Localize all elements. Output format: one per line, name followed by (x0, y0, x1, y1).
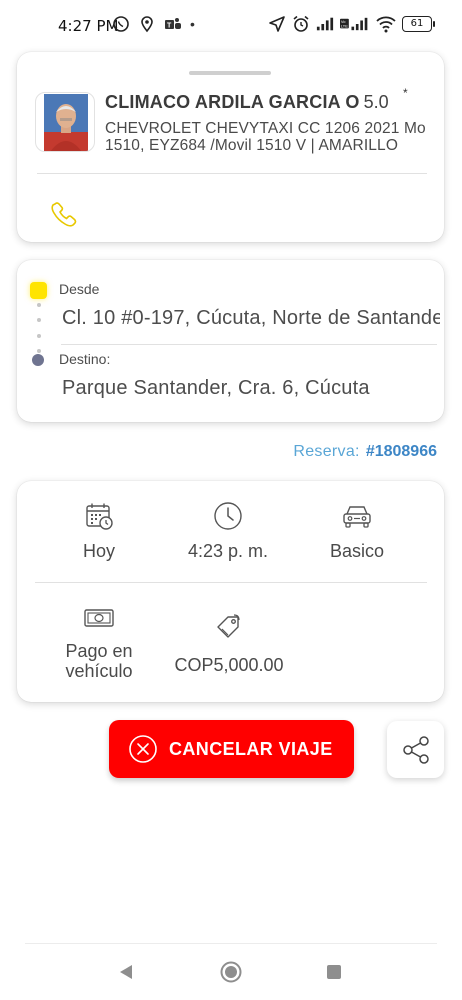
cash-icon (84, 609, 114, 627)
whatsapp-icon (113, 16, 129, 32)
location-pin-icon (141, 16, 153, 33)
volte-signal-icon: VoLTE (340, 17, 368, 31)
share-button[interactable] (387, 721, 444, 778)
status-left-icons: T • (112, 15, 195, 33)
status-time: 4:27 PM (58, 17, 119, 35)
cancel-trip-button[interactable]: CANCELAR VIAJE (109, 720, 354, 778)
divider (37, 173, 427, 174)
nav-recents-icon[interactable] (327, 965, 341, 979)
destination-label: Destino: (59, 351, 111, 367)
reservation-id: #1808966 (365, 443, 437, 460)
cancel-trip-label: CANCELAR VIAJE (169, 738, 333, 759)
divider (61, 344, 437, 345)
status-right-icons: Vo LTE 61 (268, 15, 435, 33)
reservation-label: Reserva: (293, 443, 360, 460)
svg-text:T: T (167, 23, 172, 30)
calendar-clock-icon (86, 503, 113, 530)
reservation-line: Reserva: #1808966 (293, 443, 437, 461)
nav-home-icon[interactable] (220, 961, 242, 983)
share-icon (402, 735, 429, 764)
phone-call-icon[interactable] (51, 199, 79, 227)
driver-name-line: CLIMACO ARDILA GARCIA O 5.0 (105, 92, 389, 113)
trip-service-text: Basico (329, 541, 385, 561)
navigation-arrow-icon (269, 16, 285, 32)
trip-payment: Pago en vehículo (47, 605, 151, 681)
trip-time-text: 4:23 p. m. (187, 541, 269, 561)
car-icon (343, 506, 371, 528)
nav-back-icon[interactable] (118, 964, 134, 980)
cancel-x-icon (129, 735, 157, 763)
battery-icon: 61 (402, 16, 435, 32)
dot-icon: • (190, 16, 195, 32)
trip-time: 4:23 p. m. (172, 501, 284, 562)
teams-icon: T (165, 18, 181, 30)
drag-handle[interactable] (189, 71, 271, 75)
driver-name: CLIMACO ARDILA GARCIA O (105, 92, 360, 112)
driver-card: CLIMACO ARDILA GARCIA O 5.0 * CHEVROLET C… (17, 52, 444, 242)
nav-divider (25, 943, 437, 944)
vehicle-info-line2: 1510, EYZ684 /Movil 1510 V | AMARILLO (105, 137, 399, 154)
trip-price: COP5,000.00 (156, 612, 302, 676)
driver-avatar (35, 92, 95, 152)
trip-details-card: Hoy 4:23 p. m. Basico Pago en vehículo C… (17, 481, 444, 702)
signal-icon (316, 17, 334, 31)
rating-star-icon: * (403, 86, 408, 100)
driver-rating: 5.0 (363, 92, 389, 112)
driver-photo (44, 94, 88, 151)
vehicle-info: CHEVROLET CHEVYTAXI CC 1206 2021 Mo 1510… (105, 120, 444, 154)
origin-address[interactable]: Cl. 10 #0-197, Cúcuta, Norte de Santande… (62, 307, 440, 330)
clock-icon (214, 502, 242, 530)
divider (35, 582, 427, 583)
vehicle-info-line1: CHEVROLET CHEVYTAXI CC 1206 2021 Mo (105, 120, 426, 137)
trip-date-text: Hoy (82, 541, 115, 561)
destination-marker-icon (32, 354, 44, 366)
wifi-icon (376, 16, 396, 33)
trip-price-text: COP5,000.00 (174, 655, 284, 675)
trip-date: Hoy (69, 501, 129, 562)
alarm-icon (293, 15, 309, 32)
svg-text:LTE: LTE (341, 24, 348, 29)
status-bar: 4:27 PM T • Vo LTE 61 (0, 0, 462, 52)
route-dots (36, 303, 42, 353)
origin-label: Desde (59, 281, 100, 297)
route-card: Desde Cl. 10 #0-197, Cúcuta, Norte de Sa… (17, 260, 444, 422)
destination-address[interactable]: Parque Santander, Cra. 6, Cúcuta (62, 377, 440, 400)
origin-marker-icon (30, 282, 47, 299)
trip-service: Basico (307, 501, 407, 562)
trip-payment-text: Pago en vehículo (65, 641, 133, 681)
price-tag-icon (217, 614, 240, 638)
